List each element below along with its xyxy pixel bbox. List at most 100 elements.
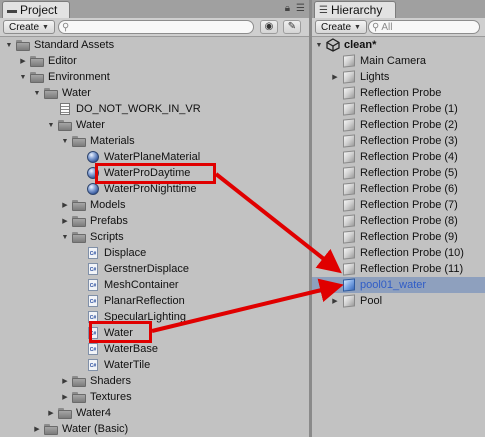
project-tabstrip: ▬ Project 🔒︎ ☰ <box>0 0 309 19</box>
hierarchy-item[interactable]: Reflection Probe (2) <box>312 117 485 133</box>
filter-by-label-icon[interactable]: ✎ <box>283 20 301 34</box>
expand-triangle-icon[interactable]: ▶ <box>46 409 56 417</box>
expand-triangle-icon[interactable]: ▶ <box>60 393 70 401</box>
expand-triangle-icon[interactable]: ▶ <box>32 425 42 433</box>
hierarchy-create-button[interactable]: Create ▼ <box>315 20 367 34</box>
collapse-triangle-icon[interactable]: ▼ <box>46 122 56 129</box>
hierarchy-item[interactable]: pool01_water <box>312 277 485 293</box>
hierarchy-item[interactable]: Reflection Probe (3) <box>312 133 485 149</box>
project-tree-row[interactable]: WaterBase <box>0 341 309 357</box>
collapse-triangle-icon[interactable]: ▼ <box>60 234 70 241</box>
scene-name: clean* <box>344 39 377 51</box>
collapse-triangle-icon[interactable]: ▼ <box>60 138 70 145</box>
scene-row[interactable]: ▼ clean* <box>312 37 485 53</box>
folder-icon <box>58 119 72 131</box>
project-tree-row[interactable]: Displace <box>0 245 309 261</box>
project-tree-row[interactable]: Water <box>0 325 309 341</box>
expand-triangle-icon[interactable]: ▶ <box>60 201 70 209</box>
hierarchy-item[interactable]: Reflection Probe (7) <box>312 197 485 213</box>
project-tree-row[interactable]: WaterProNighttime <box>0 181 309 197</box>
project-tree-row[interactable]: ▼ Scripts <box>0 229 309 245</box>
project-create-button[interactable]: Create ▼ <box>3 20 55 34</box>
project-tree-row[interactable]: SpecularLighting <box>0 309 309 325</box>
project-tree-row[interactable]: GerstnerDisplace <box>0 261 309 277</box>
expand-triangle-icon[interactable]: ▶ <box>330 297 340 305</box>
collapse-triangle-icon[interactable]: ▼ <box>18 74 28 81</box>
project-tree-row[interactable]: ▼ Environment <box>0 69 309 85</box>
folder-icon <box>72 375 86 387</box>
project-tree-label: Materials <box>90 135 135 147</box>
project-tree-row[interactable]: ▼ Water <box>0 85 309 101</box>
folder-tab-icon: ▬ <box>7 4 17 16</box>
project-tree-row[interactable]: ▼ Materials <box>0 133 309 149</box>
project-tree-row[interactable]: WaterPlaneMaterial <box>0 149 309 165</box>
expand-triangle-icon[interactable]: ▶ <box>18 57 28 65</box>
project-tree-label: WaterTile <box>104 359 151 371</box>
filter-by-type-icon[interactable]: ◉ <box>260 20 278 34</box>
hierarchy-item[interactable]: ▶ Pool <box>312 293 485 309</box>
hierarchy-item[interactable]: Reflection Probe (6) <box>312 181 485 197</box>
project-create-label: Create <box>9 21 40 33</box>
expand-triangle-icon[interactable]: ▶ <box>330 73 340 81</box>
hierarchy-item-label: Reflection Probe (10) <box>360 247 464 259</box>
project-tree-label: Textures <box>90 391 132 403</box>
gameobject-icon <box>342 151 356 163</box>
expand-triangle-icon[interactable]: ▼ <box>314 42 324 49</box>
expand-triangle-icon[interactable]: ▶ <box>60 377 70 385</box>
collapse-triangle-icon[interactable]: ▼ <box>4 42 14 49</box>
collapse-triangle-icon[interactable]: ▼ <box>32 90 42 97</box>
project-tree-row[interactable]: ▶ Models <box>0 197 309 213</box>
script-icon <box>86 343 100 355</box>
project-tree-row[interactable]: ▼ Water <box>0 117 309 133</box>
project-tree-row[interactable]: PlanarReflection <box>0 293 309 309</box>
hierarchy-item-label: Reflection Probe (9) <box>360 231 458 243</box>
project-tree-row[interactable]: ▶ Water (Basic) <box>0 421 309 437</box>
hierarchy-item-label: Reflection Probe (2) <box>360 119 458 131</box>
hierarchy-item[interactable]: Reflection Probe (9) <box>312 229 485 245</box>
tab-project[interactable]: ▬ Project <box>2 1 70 18</box>
script-icon <box>86 327 100 339</box>
hierarchy-item[interactable]: Reflection Probe (8) <box>312 213 485 229</box>
project-search-input[interactable]: ⚲ <box>58 20 254 34</box>
hierarchy-item-label: Reflection Probe (6) <box>360 183 458 195</box>
script-icon <box>86 295 100 307</box>
hierarchy-item[interactable]: Reflection Probe <box>312 85 485 101</box>
hierarchy-item[interactable]: Reflection Probe (11) <box>312 261 485 277</box>
menu-icon[interactable]: ☰ <box>296 2 305 16</box>
tab-hierarchy[interactable]: ☰ Hierarchy <box>314 1 396 18</box>
gameobject-icon <box>342 119 356 131</box>
chevron-down-icon: ▼ <box>354 23 361 31</box>
tab-hierarchy-label: Hierarchy <box>330 3 383 17</box>
hierarchy-item[interactable]: Reflection Probe (4) <box>312 149 485 165</box>
hierarchy-item[interactable]: Reflection Probe (10) <box>312 245 485 261</box>
project-tree-row[interactable]: WaterProDaytime <box>0 165 309 181</box>
gameobject-icon <box>342 71 356 83</box>
project-tab-controls: 🔒︎ ☰ <box>285 2 305 16</box>
hierarchy-search-input[interactable]: ⚲ All <box>368 20 480 34</box>
project-tree-row[interactable]: ▼ Standard Assets <box>0 37 309 53</box>
lock-icon[interactable]: 🔒︎ <box>285 2 290 16</box>
expand-triangle-icon[interactable]: ▶ <box>60 217 70 225</box>
project-tree-row[interactable]: ▶ Shaders <box>0 373 309 389</box>
script-icon <box>86 311 100 323</box>
hierarchy-item[interactable]: Reflection Probe (1) <box>312 101 485 117</box>
script-icon <box>86 247 100 259</box>
project-tree-row[interactable]: MeshContainer <box>0 277 309 293</box>
hierarchy-item[interactable]: Main Camera <box>312 53 485 69</box>
project-tree-row[interactable]: DO_NOT_WORK_IN_VR <box>0 101 309 117</box>
project-tree-row[interactable]: ▶ Textures <box>0 389 309 405</box>
hierarchy-item[interactable]: ▶ Lights <box>312 69 485 85</box>
project-tree-row[interactable]: ▶ Water4 <box>0 405 309 421</box>
document-icon <box>58 103 72 115</box>
hierarchy-item[interactable]: Reflection Probe (5) <box>312 165 485 181</box>
gameobject-icon <box>342 183 356 195</box>
folder-icon <box>30 55 44 67</box>
folder-icon <box>58 407 72 419</box>
project-tree-row[interactable]: WaterTile <box>0 357 309 373</box>
project-tree-label: Displace <box>104 247 147 259</box>
tab-project-label: Project <box>20 3 58 17</box>
folder-icon <box>72 391 86 403</box>
project-tree-row[interactable]: ▶ Prefabs <box>0 213 309 229</box>
project-tree-row[interactable]: ▶ Editor <box>0 53 309 69</box>
project-tree-label: Water4 <box>76 407 112 419</box>
